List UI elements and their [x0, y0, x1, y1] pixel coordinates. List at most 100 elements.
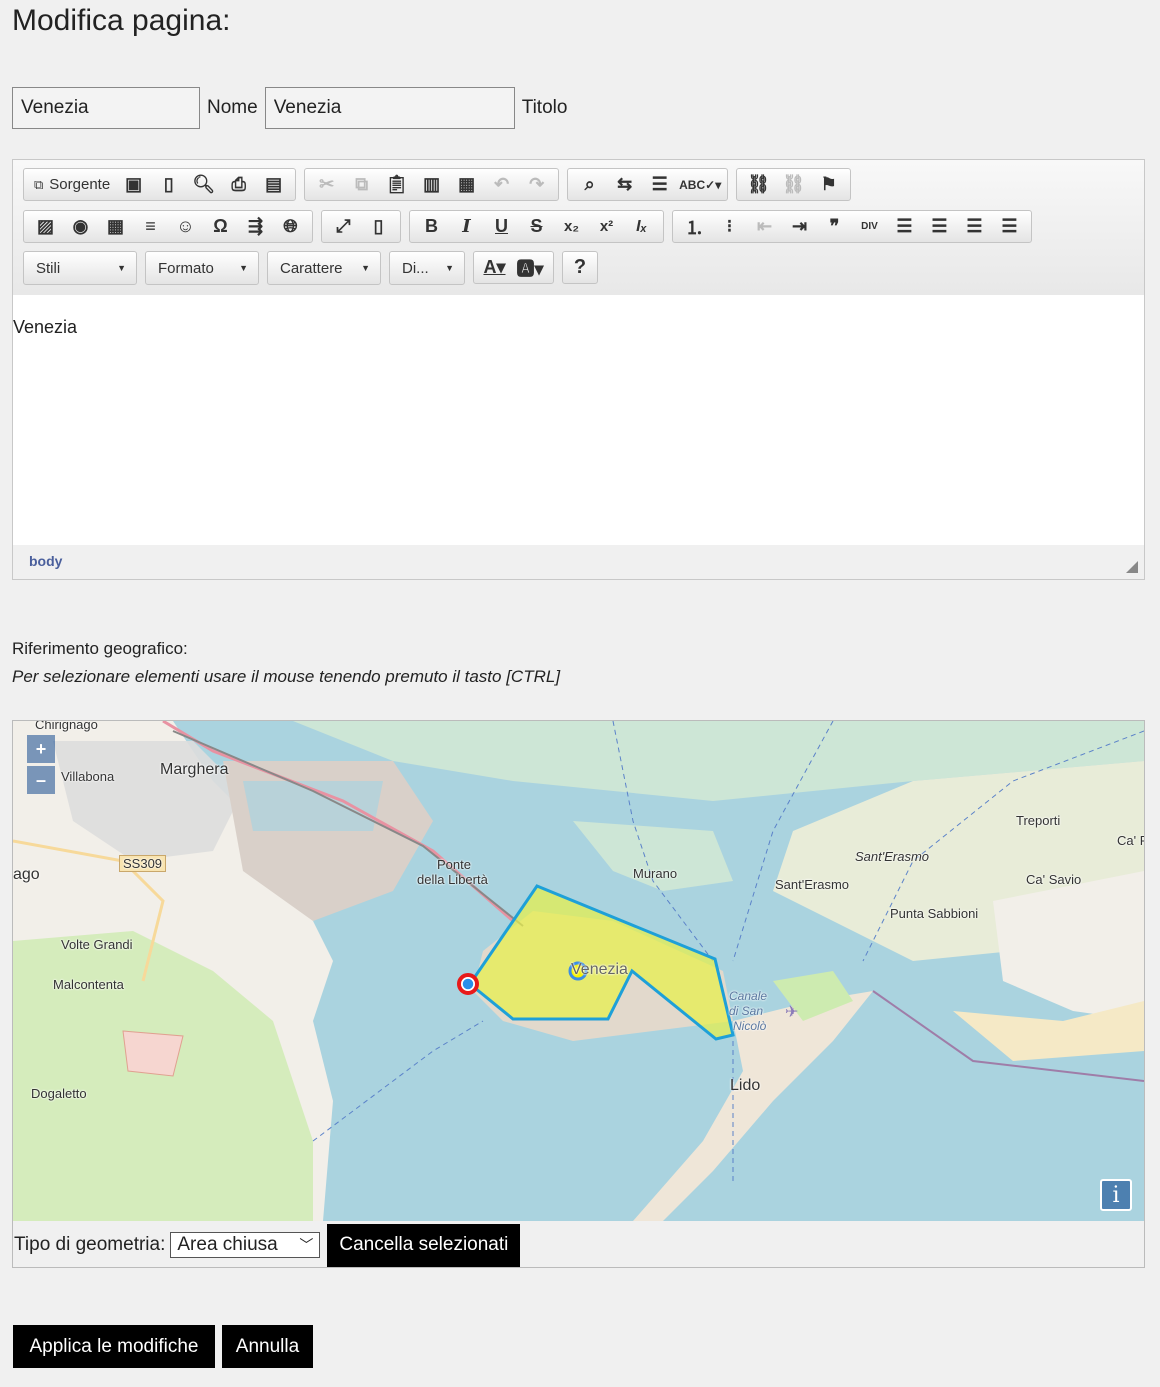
maximize-icon[interactable]: ⤢: [326, 210, 361, 243]
source-button[interactable]: ⧉ Sorgente: [28, 168, 116, 201]
chevron-down-icon: ﹀: [299, 1237, 314, 1253]
blue-vertex-marker[interactable]: [461, 977, 475, 991]
smiley-icon[interactable]: ☺: [168, 210, 203, 243]
map-view[interactable]: ✈ + – Chirignago Villabona Marghera SS30…: [13, 721, 1144, 1221]
chevron-down-icon: ▼: [445, 263, 454, 273]
size-combo-label: Di...: [402, 259, 429, 277]
italic-icon[interactable]: I: [449, 210, 484, 243]
apply-changes-button[interactable]: Applica le modifiche: [13, 1325, 215, 1368]
new-page-icon[interactable]: ▯: [151, 168, 186, 201]
map-label-chirignago: Chirignago: [35, 721, 98, 732]
find-icon[interactable]: ⌕: [572, 168, 607, 201]
paste-text-icon[interactable]: ▥: [414, 168, 449, 201]
paste-icon[interactable]: 📋︎: [379, 168, 414, 201]
editor-status-bar: body: [13, 545, 1144, 579]
page-fields: Nome Titolo: [12, 87, 574, 129]
align-right-icon[interactable]: ☰: [957, 210, 992, 243]
numbered-list-icon[interactable]: ⒈: [677, 210, 712, 243]
map-label-liberta: della Libertà: [417, 872, 488, 887]
map-label-canale-3: Nicolò: [733, 1019, 767, 1033]
map-label-dogaletto: Dogaletto: [31, 1086, 87, 1101]
text-color-icon[interactable]: A▾: [478, 251, 511, 284]
spellcheck-icon[interactable]: ABC✓▾: [677, 168, 723, 201]
format-combo[interactable]: Formato ▼: [145, 251, 259, 285]
select-all-icon[interactable]: ☰: [642, 168, 677, 201]
clear-selected-button[interactable]: Cancella selezionati: [327, 1223, 521, 1267]
table-icon[interactable]: ▦: [98, 210, 133, 243]
subscript-icon[interactable]: x₂: [554, 210, 589, 243]
align-left-icon[interactable]: ☰: [887, 210, 922, 243]
flash-icon[interactable]: ◉: [63, 210, 98, 243]
special-char-icon[interactable]: Ω: [203, 210, 238, 243]
iframe-globe-icon[interactable]: 🌐︎: [273, 210, 308, 243]
bulleted-list-icon[interactable]: ⁝: [712, 210, 747, 243]
map-label-villabona: Villabona: [61, 769, 115, 784]
resize-grip-icon[interactable]: [1126, 561, 1138, 573]
geometry-type-select[interactable]: Area chiusa ﹀: [170, 1232, 321, 1258]
map-label-ago: ago: [13, 866, 40, 883]
map-label-venezia: Venezia: [571, 961, 628, 978]
replace-icon[interactable]: ⇆: [607, 168, 642, 201]
underline-icon[interactable]: U: [484, 210, 519, 243]
templates-icon[interactable]: ▤: [256, 168, 291, 201]
print-icon[interactable]: ⎙: [221, 168, 256, 201]
map-label-marghera: Marghera: [160, 761, 229, 778]
title-label: Titolo: [521, 97, 568, 118]
help-icon[interactable]: ?: [567, 251, 593, 284]
styles-combo[interactable]: Stili ▼: [23, 251, 137, 285]
bold-icon[interactable]: B: [414, 210, 449, 243]
superscript-icon[interactable]: x²: [589, 210, 624, 243]
strike-icon[interactable]: S: [519, 210, 554, 243]
horizontal-rule-icon[interactable]: ≡: [133, 210, 168, 243]
name-label: Nome: [207, 97, 258, 118]
link-icon[interactable]: ⛓: [741, 168, 776, 201]
font-combo-label: Carattere: [280, 259, 343, 277]
source-icon: ⧉: [34, 176, 44, 192]
div-container-icon[interactable]: DIV: [852, 210, 887, 243]
save-icon[interactable]: ▣: [116, 168, 151, 201]
page-title: Modifica pagina:: [12, 4, 231, 37]
copy-icon[interactable]: ⧉: [344, 168, 379, 201]
map-label-santerasmo: Sant'Erasmo: [775, 877, 850, 892]
editor-content-text: Venezia: [13, 317, 78, 337]
title-input[interactable]: [264, 87, 515, 129]
map-label-voltegrandi: Volte Grandi: [61, 937, 133, 952]
bg-color-icon[interactable]: 🅰︎▾: [511, 251, 549, 284]
remove-format-icon[interactable]: Iₓ: [624, 210, 659, 243]
unlink-icon[interactable]: ⛓: [776, 168, 811, 201]
map-label-casavio: Ca' Savio: [1026, 872, 1082, 887]
editor-toolbar: ⧉ Sorgente ▣ ▯ 🔍︎ ⎙ ▤ ✂ ⧉ 📋︎ ▥ ▦ ↶ ↷ ⌕ ⇆…: [13, 160, 1144, 296]
styles-combo-label: Stili: [36, 259, 61, 277]
editor-content-area[interactable]: Venezia: [13, 295, 1144, 546]
cancel-button[interactable]: Annulla: [222, 1325, 313, 1368]
anchor-flag-icon[interactable]: ⚑: [811, 168, 846, 201]
source-label: Sorgente: [49, 176, 111, 193]
format-combo-label: Formato: [158, 259, 214, 277]
map-label-capi: Ca' P: [1117, 833, 1144, 848]
outdent-icon[interactable]: ⇤: [747, 210, 782, 243]
page-break-icon[interactable]: ⇶: [238, 210, 273, 243]
align-center-icon[interactable]: ☰: [922, 210, 957, 243]
cut-icon[interactable]: ✂: [309, 168, 344, 201]
redo-icon[interactable]: ↷: [519, 168, 554, 201]
geometry-type-value: Area chiusa: [177, 1234, 278, 1255]
element-path-body[interactable]: body: [29, 553, 62, 569]
geometry-type-label: Tipo di geometria:: [14, 1234, 166, 1255]
indent-icon[interactable]: ⇥: [782, 210, 817, 243]
size-combo[interactable]: Di... ▼: [389, 251, 465, 285]
blockquote-icon[interactable]: ❞: [817, 210, 852, 243]
image-icon[interactable]: ▨: [28, 210, 63, 243]
zoom-in-button[interactable]: +: [27, 735, 55, 763]
font-combo[interactable]: Carattere ▼: [267, 251, 381, 285]
paste-word-icon[interactable]: ▦: [449, 168, 484, 201]
zoom-out-button[interactable]: –: [27, 766, 55, 794]
map-label-lido: Lido: [730, 1077, 761, 1094]
justify-icon[interactable]: ☰: [992, 210, 1027, 243]
map-label-ss309: SS309: [119, 855, 167, 872]
show-blocks-icon[interactable]: ▯: [361, 210, 396, 243]
undo-icon[interactable]: ↶: [484, 168, 519, 201]
preview-icon[interactable]: 🔍︎: [186, 168, 221, 201]
map-label-malcontenta: Malcontenta: [53, 977, 124, 992]
name-input[interactable]: [12, 87, 200, 129]
attribution-info-button[interactable]: i: [1100, 1179, 1132, 1211]
